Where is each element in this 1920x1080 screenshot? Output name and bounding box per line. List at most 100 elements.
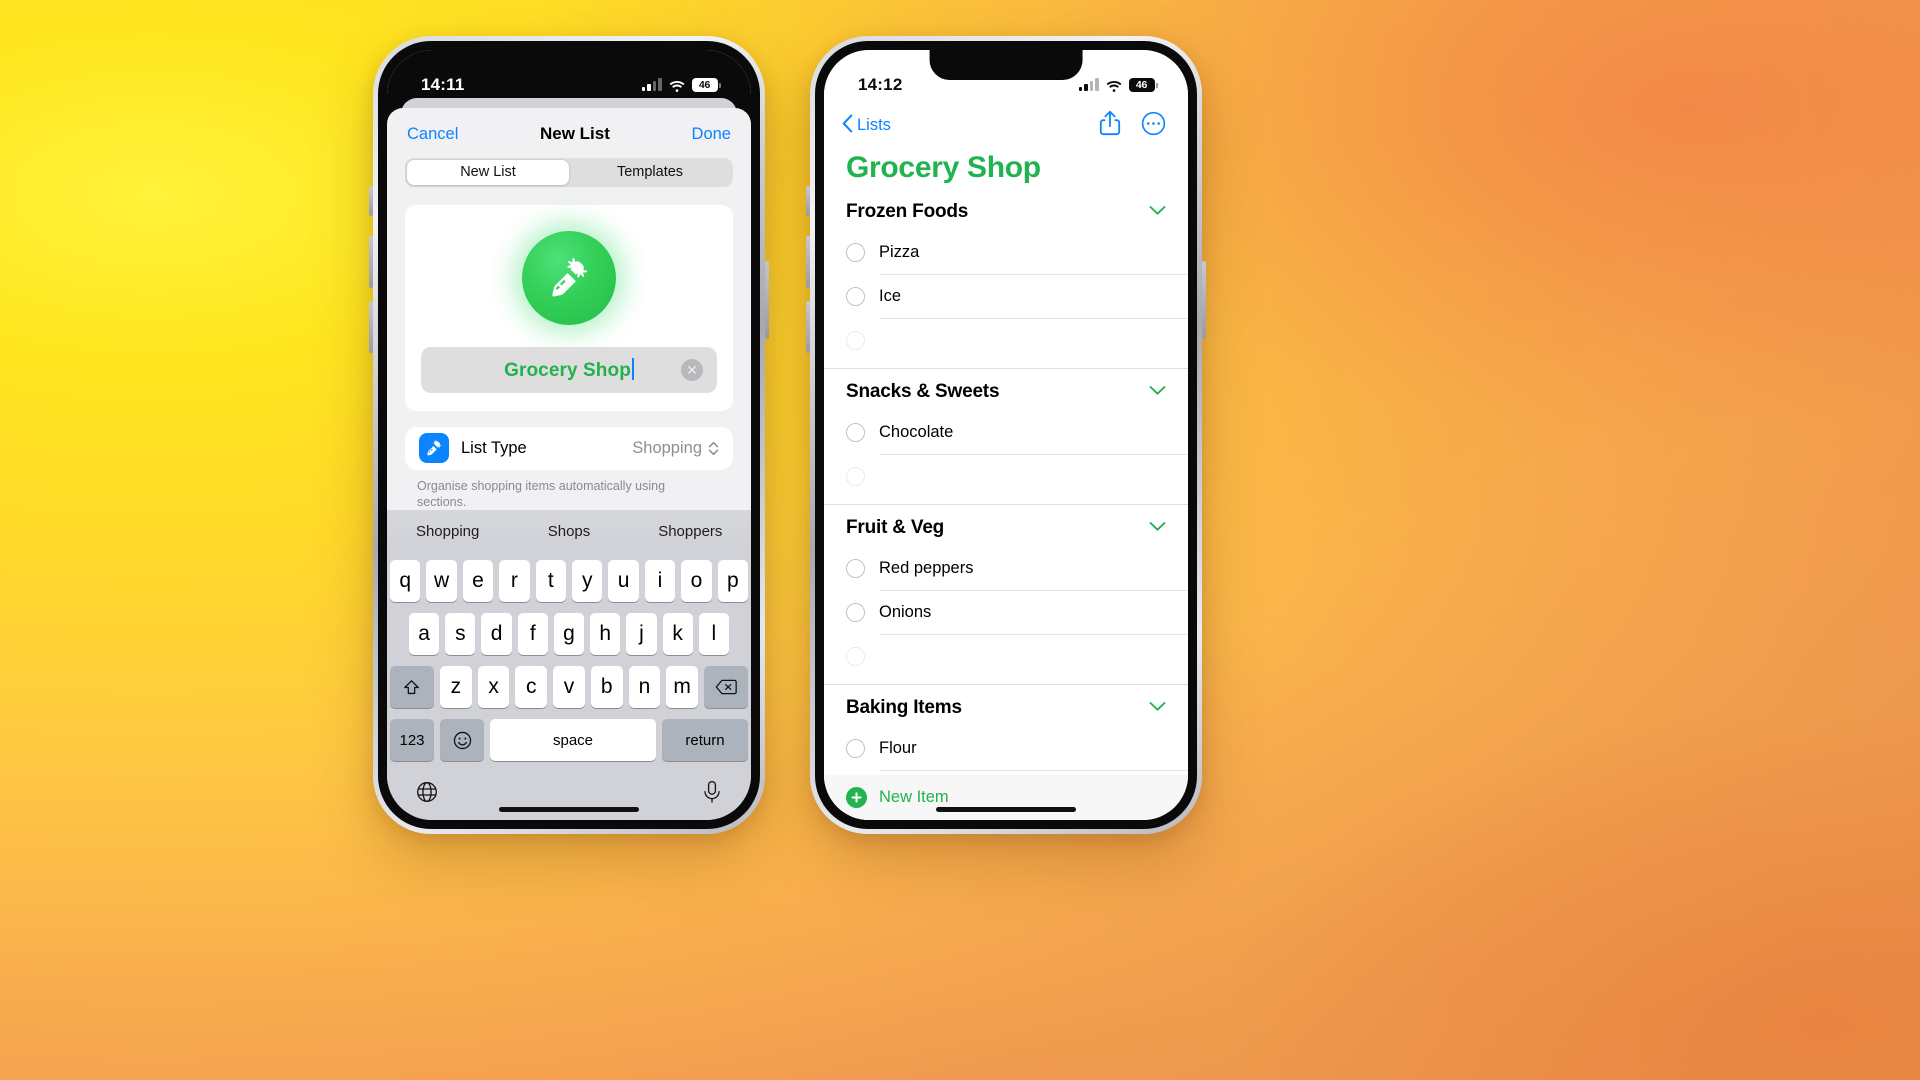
section-header[interactable]: Snacks & Sweets [824, 369, 1188, 411]
numbers-key[interactable]: 123 [390, 719, 434, 761]
keyboard-row-1: q w e r t y u i o p [389, 560, 749, 602]
key-x[interactable]: x [477, 666, 510, 708]
home-indicator[interactable] [499, 807, 639, 812]
key-w[interactable]: w [426, 560, 457, 602]
back-to-lists-button[interactable]: Lists [842, 114, 891, 138]
list-item[interactable]: Chocolate [824, 411, 1188, 454]
cellular-bars-icon [641, 78, 662, 91]
key-m[interactable]: m [666, 666, 699, 708]
item-checkbox[interactable] [846, 423, 865, 442]
key-i[interactable]: i [644, 560, 676, 602]
item-checkbox[interactable] [846, 559, 865, 578]
volume-up-button[interactable] [806, 236, 810, 288]
key-s[interactable]: s [445, 613, 476, 655]
clear-circle-icon[interactable]: ✕ [681, 358, 703, 381]
power-button[interactable] [1202, 261, 1206, 339]
item-checkbox[interactable] [846, 603, 865, 622]
prediction-2[interactable]: Shops [508, 523, 629, 540]
section-header[interactable]: Fruit & Veg [824, 505, 1188, 547]
key-d[interactable]: d [481, 613, 512, 655]
sections-list[interactable]: Frozen Foods Pizza Ice Snacks & Sweets Choco… [824, 189, 1188, 775]
emoji-icon[interactable] [440, 719, 484, 761]
new-item-placeholder-row[interactable] [824, 635, 1188, 678]
tab-new-list[interactable]: New List [407, 160, 569, 185]
key-j[interactable]: j [626, 613, 657, 655]
new-item-placeholder-row[interactable] [824, 455, 1188, 498]
return-key[interactable]: return [662, 719, 748, 761]
list-section: Snacks & Sweets Chocolate [824, 369, 1188, 505]
key-r[interactable]: r [499, 560, 530, 602]
segmented-control[interactable]: New List Templates [405, 158, 733, 187]
list-item[interactable]: Flour [824, 727, 1188, 770]
silent-switch[interactable] [806, 186, 810, 216]
chevron-down-icon[interactable] [1149, 383, 1166, 401]
key-t[interactable]: t [535, 560, 566, 602]
volume-down-button[interactable] [369, 301, 373, 353]
section-header[interactable]: Frozen Foods [824, 189, 1188, 231]
shift-icon[interactable] [389, 666, 434, 708]
done-button[interactable]: Done [692, 125, 731, 144]
carrot-icon[interactable] [522, 230, 616, 325]
status-time: 14:11 [421, 75, 465, 94]
battery-indicator: 46 [1128, 78, 1158, 92]
section-header[interactable]: Baking Items [824, 685, 1188, 727]
key-e[interactable]: e [462, 560, 494, 602]
list-item[interactable]: Pizza [824, 231, 1188, 274]
more-circle-icon[interactable] [1141, 111, 1166, 141]
list-item[interactable]: Onions [824, 591, 1188, 634]
key-h[interactable]: h [590, 613, 621, 655]
microphone-icon[interactable] [701, 780, 723, 809]
volume-up-button[interactable] [369, 236, 373, 288]
item-label: Chocolate [879, 423, 954, 441]
power-button[interactable] [765, 261, 769, 339]
list-icon-picker[interactable] [522, 230, 616, 325]
list-name-input[interactable]: Grocery Shop ✕ [421, 346, 717, 393]
key-q[interactable]: q [389, 560, 421, 602]
list-detail-view: Lists Grocery Shop Frozen Foods Pizza Ic… [824, 50, 1188, 820]
list-type-footnote: Organise shopping items automatically us… [417, 478, 666, 509]
key-b[interactable]: b [590, 666, 623, 708]
list-type-row[interactable]: List Type Shopping [405, 426, 733, 470]
item-label: Pizza [879, 243, 920, 261]
volume-down-button[interactable] [806, 301, 810, 353]
key-g[interactable]: g [553, 613, 585, 655]
prediction-bar[interactable]: Shopping Shops Shoppers [387, 510, 751, 552]
share-icon[interactable] [1099, 110, 1121, 141]
item-checkbox[interactable] [846, 287, 865, 306]
item-checkbox[interactable] [846, 739, 865, 758]
prediction-1[interactable]: Shopping [387, 523, 508, 540]
list-item[interactable]: Ice [824, 275, 1188, 318]
onscreen-keyboard[interactable]: Shopping Shops Shoppers q w e r t y u i … [387, 510, 751, 820]
chevron-down-icon[interactable] [1149, 203, 1166, 221]
item-checkbox[interactable] [846, 243, 865, 262]
prediction-3[interactable]: Shoppers [630, 523, 751, 540]
list-name-value: Grocery Shop [504, 359, 631, 381]
new-item-button[interactable]: New Item [824, 775, 1188, 820]
list-item[interactable]: Red peppers [824, 547, 1188, 590]
new-item-placeholder-row[interactable] [824, 319, 1188, 362]
backspace-icon[interactable] [704, 666, 749, 708]
chevron-down-icon[interactable] [1149, 519, 1166, 537]
chevron-up-down-icon[interactable] [708, 441, 719, 456]
globe-icon[interactable] [415, 780, 439, 809]
key-f[interactable]: f [517, 613, 548, 655]
key-o[interactable]: o [681, 560, 712, 602]
chevron-down-icon[interactable] [1149, 699, 1166, 717]
key-p[interactable]: p [717, 560, 749, 602]
key-l[interactable]: l [698, 613, 729, 655]
tab-templates[interactable]: Templates [569, 160, 731, 185]
key-k[interactable]: k [662, 613, 693, 655]
key-c[interactable]: c [515, 666, 548, 708]
cancel-button[interactable]: Cancel [407, 125, 458, 144]
new-list-sheet: Cancel New List Done New List Templates [387, 108, 751, 820]
key-y[interactable]: y [572, 560, 603, 602]
space-key[interactable]: space [490, 719, 656, 761]
key-n[interactable]: n [628, 666, 661, 708]
key-a[interactable]: a [409, 613, 440, 655]
key-v[interactable]: v [553, 666, 585, 708]
silent-switch[interactable] [369, 186, 373, 216]
page-title: Grocery Shop [846, 151, 1041, 184]
home-indicator[interactable] [936, 807, 1076, 812]
key-z[interactable]: z [439, 666, 472, 708]
key-u[interactable]: u [608, 560, 639, 602]
